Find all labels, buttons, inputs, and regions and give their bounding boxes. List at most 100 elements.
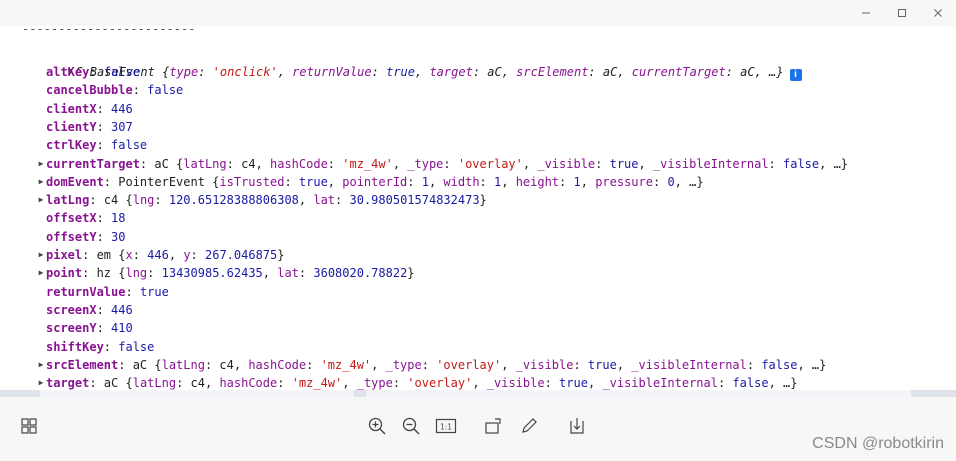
collapsed-arrow-icon[interactable]: ▶ bbox=[36, 374, 46, 390]
value-token: 307 bbox=[111, 119, 133, 134]
horizontal-scrollbar[interactable] bbox=[0, 390, 956, 397]
property-value: 446 bbox=[111, 102, 133, 116]
event-object-header[interactable]: ▼ C.BaseEvent {type: 'onclick', returnVal… bbox=[22, 45, 802, 81]
property-value: PointerEvent {isTrusted: true, pointerId… bbox=[118, 175, 703, 189]
value-token: hz { bbox=[96, 266, 126, 281]
property-key: offsetX bbox=[46, 211, 97, 226]
value-token: isTrusted bbox=[219, 174, 285, 189]
property-value: 30 bbox=[111, 230, 125, 244]
collapsed-arrow-icon[interactable]: ▶ bbox=[36, 191, 46, 209]
value-token: 30.980501574832473 bbox=[349, 193, 480, 208]
value-token: 120.65128388806308 bbox=[168, 193, 299, 208]
property-row[interactable]: screenY: 410 bbox=[36, 319, 133, 337]
property-key: cancelBubble bbox=[46, 83, 133, 98]
property-row[interactable]: altKey: false bbox=[36, 63, 140, 81]
window-controls bbox=[848, 0, 956, 26]
value-token: } bbox=[479, 193, 487, 208]
maximize-button[interactable] bbox=[884, 0, 920, 26]
property-value: aC {latLng: c4, hashCode: 'mz_4w', _type… bbox=[133, 358, 827, 372]
value-token: PointerEvent { bbox=[118, 174, 220, 189]
value-token: _type bbox=[385, 357, 422, 372]
value-token: 446 bbox=[147, 248, 169, 262]
scrollbar-segment[interactable] bbox=[40, 390, 354, 397]
collapsed-arrow-icon[interactable]: ▶ bbox=[36, 246, 46, 264]
value-token: : aC, …} bbox=[725, 65, 784, 79]
value-token: , …} bbox=[819, 156, 849, 171]
actual-size-button[interactable]: 1:1 bbox=[434, 415, 458, 437]
console-output[interactable]: ------------------------ ▼ C.BaseEvent {t… bbox=[0, 26, 956, 390]
property-row[interactable]: ▶ point: hz {lng: 13430985.62435, lat: 36… bbox=[36, 264, 415, 282]
collapsed-arrow-icon[interactable]: ▶ bbox=[36, 173, 46, 191]
property-value: 410 bbox=[111, 321, 133, 335]
value-token: _visibleInternal bbox=[631, 357, 747, 372]
value-token: target bbox=[429, 65, 473, 79]
value-token: 446 bbox=[111, 302, 133, 317]
property-key: pixel bbox=[46, 248, 83, 262]
viewer-toolbar: 1:1 CSDN @robotkirin bbox=[0, 397, 956, 461]
minimize-button[interactable] bbox=[848, 0, 884, 26]
zoom-out-button[interactable] bbox=[400, 415, 422, 437]
value-token: : bbox=[198, 65, 213, 79]
property-row[interactable]: ▶ latLng: c4 {lng: 120.65128388806308, la… bbox=[36, 191, 487, 209]
edit-button[interactable] bbox=[518, 415, 540, 437]
value-token: lng bbox=[132, 193, 155, 208]
property-row[interactable]: ▶ currentTarget: aC {latLng: c4, hashCode… bbox=[36, 155, 848, 173]
value-token: height bbox=[515, 174, 560, 189]
value-token: : bbox=[443, 156, 458, 171]
edit-icon bbox=[522, 418, 537, 433]
collapsed-arrow-icon[interactable]: ▶ bbox=[36, 356, 46, 374]
value-token: _visibleInternal bbox=[652, 156, 769, 171]
value-token: c4 { bbox=[103, 193, 133, 208]
property-key: screenY bbox=[46, 321, 97, 336]
info-icon[interactable]: i bbox=[789, 69, 802, 81]
property-row[interactable]: clientX: 446 bbox=[36, 100, 133, 118]
property-key: screenX bbox=[46, 302, 97, 317]
property-row[interactable]: offsetX: 18 bbox=[36, 209, 125, 227]
value-token: , bbox=[262, 266, 278, 281]
value-token: : bbox=[298, 266, 314, 281]
property-key: returnValue bbox=[46, 284, 126, 299]
property-row[interactable]: cancelBubble: false bbox=[36, 81, 183, 99]
value-token: : bbox=[132, 248, 148, 262]
value-token: , …} bbox=[768, 376, 798, 390]
close-icon bbox=[934, 9, 942, 17]
value-token: , bbox=[327, 174, 343, 189]
scrollbar-segment[interactable] bbox=[366, 390, 911, 397]
value-token: aC { bbox=[132, 357, 162, 372]
property-row[interactable]: ▶ srcElement: aC {latLng: c4, hashCode: '… bbox=[36, 356, 827, 374]
value-token: 1 bbox=[573, 174, 581, 189]
value-token: , bbox=[428, 174, 444, 189]
value-token: : bbox=[544, 376, 560, 390]
property-row[interactable]: returnValue: true bbox=[36, 283, 169, 301]
value-token: : aC, bbox=[588, 65, 632, 79]
property-key: offsetY bbox=[46, 229, 97, 244]
collapsed-arrow-icon[interactable]: ▶ bbox=[36, 264, 46, 282]
property-row[interactable]: ▶ pixel: em {x: 446, y: 267.046875} bbox=[36, 246, 285, 264]
zoom-in-button[interactable] bbox=[366, 415, 388, 437]
property-row[interactable]: shiftKey: false bbox=[36, 338, 154, 356]
value-token: : c4, bbox=[204, 357, 249, 372]
value-token: y bbox=[183, 248, 191, 262]
property-row[interactable]: screenX: 446 bbox=[36, 301, 133, 319]
minimize-icon bbox=[862, 12, 870, 14]
property-row[interactable]: ▶ target: aC {latLng: c4, hashCode: 'mz_4… bbox=[36, 374, 798, 390]
rotate-button[interactable] bbox=[482, 415, 504, 437]
property-row[interactable]: ctrlKey: false bbox=[36, 136, 147, 154]
value-token: true bbox=[587, 357, 617, 372]
value-token: aC { bbox=[103, 376, 133, 390]
value-token: 18 bbox=[111, 211, 126, 226]
property-row[interactable]: clientY: 307 bbox=[36, 118, 133, 136]
download-button[interactable] bbox=[566, 415, 588, 437]
value-token: , bbox=[168, 248, 184, 262]
value-token: , bbox=[298, 193, 314, 208]
close-button[interactable] bbox=[920, 0, 956, 26]
value-token: 'overlay' bbox=[457, 156, 523, 171]
collapsed-arrow-icon[interactable]: ▶ bbox=[36, 155, 46, 173]
value-token: : bbox=[595, 156, 610, 171]
property-row[interactable]: offsetY: 30 bbox=[36, 228, 125, 246]
value-token: srcElement bbox=[516, 65, 589, 79]
property-row[interactable]: ▶ domEvent: PointerEvent {isTrusted: true… bbox=[36, 173, 704, 191]
value-token: : bbox=[392, 376, 408, 390]
thumbnails-button[interactable] bbox=[18, 415, 40, 437]
property-value: 18 bbox=[111, 211, 125, 225]
